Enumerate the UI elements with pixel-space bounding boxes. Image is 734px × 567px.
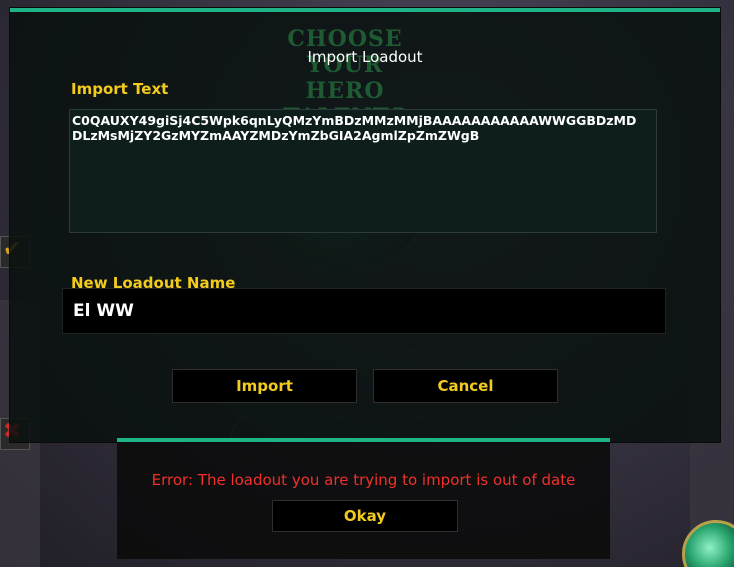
loadout-name-input[interactable]: El WW [62,288,666,334]
import-loadout-dialog: CHOOSE YOUR HERO TALENTS Import Loadout … [10,8,720,442]
import-text-input[interactable]: C0QAUXY49giSj4C5Wpk6qnLyQMzYmBDzMMzMMjBA… [69,109,657,233]
import-text-label: Import Text [71,80,169,98]
cancel-button[interactable]: Cancel [373,369,558,403]
okay-button[interactable]: Okay [272,500,458,532]
import-button[interactable]: Import [172,369,357,403]
error-popup: Error: The loadout you are trying to imp… [117,438,610,559]
dialog-title: Import Loadout [307,48,423,66]
import-text-line-1: C0QAUXY49giSj4C5Wpk6qnLyQMzYmBDzMMzMMjBA… [72,113,637,128]
error-message: Error: The loadout you are trying to imp… [151,471,576,489]
import-text-line-2: DLzMsMjZY2GzMYZmAAYZMDzYmZbGIA2AgmlZpZmZ… [72,128,480,143]
